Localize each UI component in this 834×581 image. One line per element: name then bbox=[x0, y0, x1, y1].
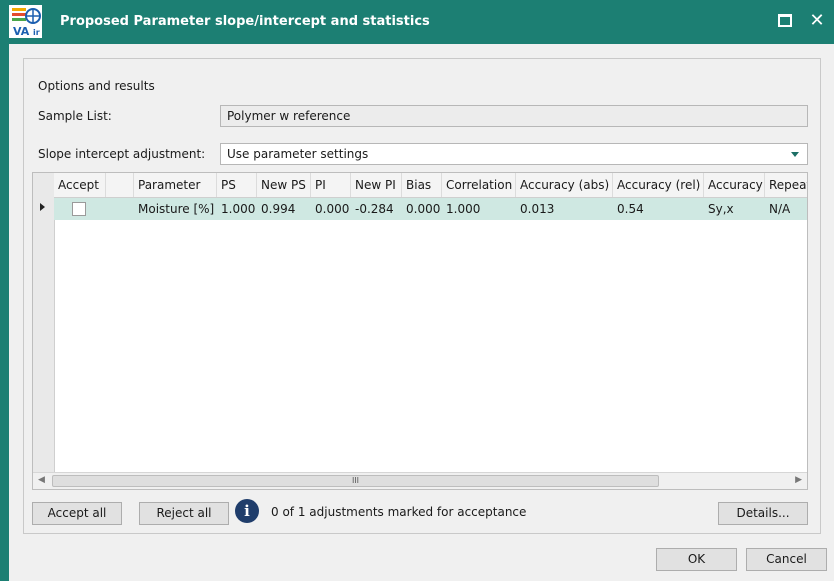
app-logo-icon: VA ir bbox=[9, 5, 42, 38]
col-header-parameter[interactable]: Parameter bbox=[134, 173, 217, 197]
cell-correlation: 1.000 bbox=[446, 202, 481, 216]
cell-bias: 0.000 bbox=[406, 202, 441, 216]
window-border bbox=[0, 44, 9, 581]
col-header-correlation[interactable]: Correlation bbox=[442, 173, 516, 197]
chevron-down-icon[interactable] bbox=[791, 152, 799, 157]
col-header-pi[interactable]: PI bbox=[311, 173, 351, 197]
cell-accuracy-rel: 0.54 bbox=[617, 202, 644, 216]
ok-button[interactable]: OK bbox=[656, 548, 737, 571]
col-header-accuracy-abs[interactable]: Accuracy (abs) bbox=[516, 173, 613, 197]
slope-intercept-value: Use parameter settings bbox=[227, 147, 369, 161]
svg-text:ir: ir bbox=[33, 28, 40, 37]
maximize-button[interactable] bbox=[773, 8, 797, 32]
sample-list-label: Sample List: bbox=[38, 109, 112, 123]
col-header-repeat[interactable]: Repeat bbox=[765, 173, 807, 197]
col-header-new-pi[interactable]: New PI bbox=[351, 173, 402, 197]
col-header-blank[interactable] bbox=[106, 173, 134, 197]
title-bar[interactable]: VA ir Proposed Parameter slope/intercept… bbox=[0, 0, 834, 44]
slope-intercept-dropdown[interactable]: Use parameter settings bbox=[220, 143, 808, 165]
scroll-right-icon[interactable]: ▶ bbox=[795, 475, 802, 485]
cancel-button[interactable]: Cancel bbox=[746, 548, 827, 571]
details-button[interactable]: Details... bbox=[718, 502, 808, 525]
cell-new-ps: 0.994 bbox=[261, 202, 296, 216]
acceptance-status-text: 0 of 1 adjustments marked for acceptance bbox=[271, 505, 527, 519]
cell-accuracy: Sy,x bbox=[708, 202, 734, 216]
cell-accuracy-abs: 0.013 bbox=[520, 202, 555, 216]
close-button[interactable]: ✕ bbox=[805, 8, 829, 32]
col-header-accuracy-rel[interactable]: Accuracy (rel) bbox=[613, 173, 704, 197]
cell-repeat: N/A bbox=[769, 202, 791, 216]
cell-new-pi: -0.284 bbox=[355, 202, 394, 216]
col-header-bias[interactable]: Bias bbox=[402, 173, 442, 197]
sample-list-field[interactable]: Polymer w reference bbox=[220, 105, 808, 127]
current-row-indicator-icon bbox=[40, 203, 45, 211]
row-header-column bbox=[33, 173, 55, 473]
options-panel: Options and results Sample List: Polymer… bbox=[23, 58, 821, 534]
table-row[interactable]: Moisture [%] 1.000 0.994 0.000 -0.284 0.… bbox=[54, 198, 807, 220]
column-headers: Accept Parameter PS New PS PI New PI Bia… bbox=[54, 173, 807, 198]
accept-checkbox[interactable] bbox=[72, 202, 86, 216]
maximize-icon bbox=[778, 13, 792, 27]
scroll-left-icon[interactable]: ◀ bbox=[38, 475, 45, 485]
dialog-window: VA ir Proposed Parameter slope/intercept… bbox=[0, 0, 834, 581]
close-icon: ✕ bbox=[809, 9, 825, 31]
cell-parameter: Moisture [%] bbox=[138, 202, 215, 216]
col-header-accuracy[interactable]: Accuracy bbox=[704, 173, 765, 197]
cell-pi: 0.000 bbox=[315, 202, 350, 216]
scroll-thumb[interactable]: III bbox=[52, 475, 659, 487]
window-title: Proposed Parameter slope/intercept and s… bbox=[60, 14, 430, 29]
section-title: Options and results bbox=[38, 79, 155, 93]
cell-ps: 1.000 bbox=[221, 202, 256, 216]
results-grid[interactable]: Accept Parameter PS New PS PI New PI Bia… bbox=[32, 172, 808, 490]
col-header-accept[interactable]: Accept bbox=[54, 173, 106, 197]
svg-text:VA: VA bbox=[13, 25, 30, 38]
accept-all-button[interactable]: Accept all bbox=[32, 502, 122, 525]
reject-all-button[interactable]: Reject all bbox=[139, 502, 229, 525]
horizontal-scrollbar[interactable]: ◀ III ▶ bbox=[33, 472, 807, 489]
col-header-new-ps[interactable]: New PS bbox=[257, 173, 311, 197]
slope-intercept-label: Slope intercept adjustment: bbox=[38, 147, 206, 161]
col-header-ps[interactable]: PS bbox=[217, 173, 257, 197]
info-icon: i bbox=[235, 499, 259, 523]
